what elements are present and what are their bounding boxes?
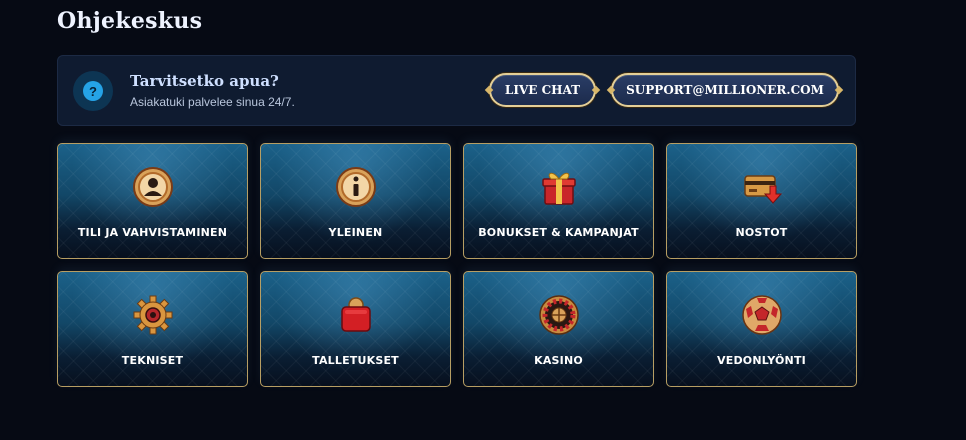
- live-chat-button[interactable]: LIVE CHAT: [489, 73, 596, 107]
- card-withdraw-icon: [743, 175, 782, 204]
- roulette-icon: [538, 295, 579, 335]
- category-general[interactable]: YLEINEN: [260, 143, 451, 259]
- category-label: YLEINEN: [328, 226, 383, 239]
- category-label: NOSTOT: [735, 226, 788, 239]
- category-label: TEKNISET: [121, 354, 184, 367]
- category-casino[interactable]: KASINO: [463, 271, 654, 387]
- category-label: TILI JA VAHVISTAMINEN: [77, 226, 228, 239]
- category-label: TALLETUKSET: [312, 354, 399, 367]
- category-account-verification[interactable]: TILI JA VAHVISTAMINEN: [57, 143, 248, 259]
- support-email-button[interactable]: SUPPORT@MILLIONER.COM: [611, 73, 839, 107]
- category-technical[interactable]: TEKNISET: [57, 271, 248, 387]
- help-icon-container: ?: [73, 71, 113, 111]
- gear-icon: [133, 295, 172, 335]
- category-label: VEDONLYÖNTI: [717, 354, 806, 367]
- help-banner: ? Tarvitsetko apua? Asiakatuki palvelee …: [57, 55, 856, 126]
- gift-box-icon: [541, 172, 576, 205]
- page-title: Ohjekeskus: [57, 8, 203, 34]
- category-label: BONUKSET & KAMPANJAT: [478, 226, 639, 239]
- user-account-icon: [132, 167, 173, 207]
- category-deposits[interactable]: TALLETUKSET: [260, 271, 451, 387]
- question-icon: ?: [83, 81, 103, 101]
- category-withdrawals[interactable]: NOSTOT: [666, 143, 857, 259]
- help-title: Tarvitsetko apua?: [130, 72, 279, 90]
- info-icon: [335, 167, 376, 207]
- category-betting[interactable]: VEDONLYÖNTI: [666, 271, 857, 387]
- category-bonuses-campaigns[interactable]: BONUKSET & KAMPANJAT: [463, 143, 654, 259]
- help-subtitle: Asiakatuki palvelee sinua 24/7.: [130, 95, 295, 109]
- category-label: KASINO: [534, 354, 583, 367]
- football-icon: [741, 295, 782, 335]
- wallet-icon: [340, 297, 371, 332]
